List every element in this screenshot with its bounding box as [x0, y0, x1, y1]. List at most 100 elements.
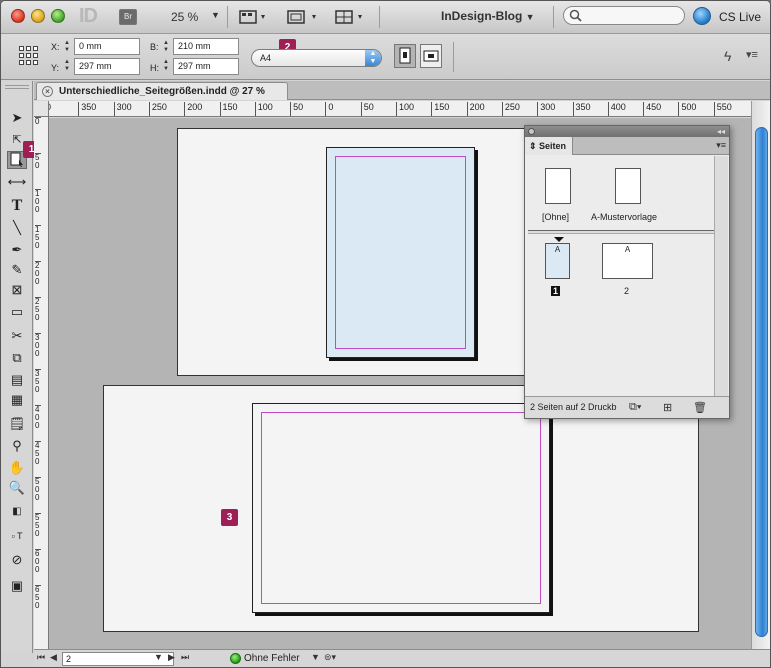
- collapse-icon[interactable]: ◂◂: [717, 126, 725, 137]
- help-search-field[interactable]: [563, 6, 685, 25]
- preflight-dropdown-icon[interactable]: ▼: [311, 652, 320, 662]
- ruler-tick-label: 450: [643, 102, 661, 116]
- master-a-label: A-Mustervorlage: [591, 212, 658, 222]
- formatting-affects-icon[interactable]: ▫ T: [7, 527, 27, 545]
- ruler-origin[interactable]: [34, 101, 49, 117]
- free-transform-tool-icon[interactable]: ⧉: [7, 349, 27, 367]
- next-page-icon[interactable]: ▶: [168, 652, 175, 663]
- type-tool-icon[interactable]: T: [7, 197, 27, 215]
- panel-menu-icon[interactable]: ▾≡: [716, 140, 726, 151]
- fill-stroke-icon[interactable]: ◧: [7, 503, 27, 521]
- selection-tool-icon[interactable]: ➤: [7, 109, 27, 127]
- trash-icon[interactable]: 🗑: [693, 401, 707, 414]
- ruler-tick-label: 400: [607, 102, 626, 116]
- status-bar: ⏮ ◀ 2 ▼ ▶ ⏭ Ohne Fehler ▼ ⊜▾: [34, 649, 770, 667]
- panel-titlebar[interactable]: ◂◂: [525, 126, 729, 137]
- ruler-tick-label: 0: [325, 102, 333, 116]
- portrait-orientation-button[interactable]: [394, 44, 416, 68]
- page-size-dropdown[interactable]: A4 ▲ ▼: [251, 49, 382, 67]
- document-title: Unterschiedliche_Seitegrößen.indd @ 27 %: [59, 86, 265, 97]
- page-1[interactable]: [326, 147, 475, 358]
- view-options-button[interactable]: [239, 9, 269, 25]
- ruler-tick-label: 250: [35, 297, 41, 322]
- ruler-tick-label: 100: [396, 102, 414, 116]
- document-tab[interactable]: × Unterschiedliche_Seitegrößen.indd @ 27…: [36, 82, 288, 100]
- page-1-thumbnail[interactable]: A: [545, 243, 570, 279]
- pencil-tool-icon[interactable]: ✎: [7, 261, 27, 279]
- page-2[interactable]: [252, 403, 550, 613]
- vertical-scrollbar[interactable]: [751, 101, 770, 649]
- pen-tool-icon[interactable]: ✒: [7, 241, 27, 259]
- rectangle-tool-icon[interactable]: ▭: [7, 303, 27, 321]
- width-stepper[interactable]: ▲ ▼: [163, 40, 171, 54]
- close-icon[interactable]: [528, 128, 535, 135]
- line-tool-icon[interactable]: ╲: [7, 219, 27, 237]
- ruler-tick-label: 350: [78, 102, 96, 116]
- x-label: X:: [51, 42, 60, 52]
- arrange-documents-icon: [335, 10, 362, 24]
- control-panel: X: ▲ ▼ 0 mm Y: ▲ ▼ 297 mm B: ▲ ▼ 210 mm H: …: [1, 34, 770, 80]
- ruler-tick-label: 300: [537, 102, 555, 116]
- screen-mode-button[interactable]: [286, 9, 320, 25]
- ruler-tick-label: 50: [290, 102, 303, 116]
- page-dropdown-icon[interactable]: ▼: [154, 652, 163, 662]
- zoom-level-dropdown[interactable]: 25 %: [171, 10, 198, 24]
- bridge-button[interactable]: Br: [119, 9, 137, 25]
- landscape-orientation-button[interactable]: [420, 44, 442, 68]
- close-window-button[interactable]: [11, 9, 25, 23]
- y-position-field[interactable]: 297 mm: [74, 58, 140, 75]
- master-none-thumbnail[interactable]: [545, 168, 571, 204]
- toolbar-separator: [227, 6, 228, 28]
- rectangle-frame-tool-icon[interactable]: ⊠: [7, 281, 27, 299]
- x-stepper[interactable]: ▲ ▼: [64, 40, 72, 54]
- horizontal-ruler[interactable]: 0350300250200150100500501001502002503003…: [49, 101, 755, 117]
- minimize-window-button[interactable]: [31, 9, 45, 23]
- ruler-tick-label: 300: [113, 102, 132, 116]
- first-page-icon[interactable]: ⏮: [37, 652, 45, 663]
- height-label: H:: [150, 63, 159, 73]
- cs-live-icon[interactable]: [693, 7, 711, 25]
- close-icon[interactable]: ×: [42, 86, 53, 97]
- scrollbar-thumb[interactable]: [755, 127, 768, 637]
- page-2-thumbnail[interactable]: A: [602, 243, 653, 279]
- ruler-tick-label: 350: [35, 369, 41, 394]
- panel-menu-icon[interactable]: ▾≡: [746, 48, 758, 61]
- workspace-switcher[interactable]: InDesign-Blog ▼: [441, 9, 535, 23]
- preflight-menu-icon[interactable]: ⊜▾: [324, 652, 336, 663]
- gradient-feather-tool-icon[interactable]: ▦: [7, 391, 27, 409]
- gradient-swatch-tool-icon[interactable]: ▤: [7, 371, 27, 389]
- apply-none-icon[interactable]: ⊘: [7, 551, 27, 569]
- edit-page-size-icon[interactable]: ⧉▾: [629, 401, 641, 414]
- master-a-thumbnail[interactable]: [615, 168, 641, 204]
- previous-page-icon[interactable]: ◀: [50, 652, 57, 663]
- hand-tool-icon[interactable]: ✋: [7, 459, 27, 477]
- panel-divider[interactable]: [528, 230, 726, 234]
- panel-scrollbar[interactable]: [714, 156, 728, 396]
- x-position-field[interactable]: 0 mm: [74, 38, 140, 55]
- gap-tool-icon[interactable]: ⟷: [7, 173, 27, 191]
- y-label: Y:: [51, 63, 60, 73]
- eyedropper-tool-icon[interactable]: ⚲: [7, 437, 27, 455]
- zoom-window-button[interactable]: [51, 9, 65, 23]
- panel-grip[interactable]: [5, 85, 29, 89]
- zoom-tool-icon[interactable]: 🔍: [7, 479, 27, 497]
- height-stepper[interactable]: ▲ ▼: [163, 59, 171, 73]
- cs-live-label[interactable]: CS Live: [719, 10, 761, 24]
- tools-panel: ➤ ⇱ 1 ⟷ T ╲ ✒ ✎ ⊠ ▭ ✂ ⧉ ▤ ▦ 🗒 ⚲ ✋ 🔍 ◧ ▫ …: [1, 81, 40, 653]
- height-field[interactable]: 297 mm: [173, 58, 239, 75]
- reference-point-icon[interactable]: [19, 46, 39, 66]
- quick-apply-icon[interactable]: ϟ: [724, 48, 731, 64]
- vertical-ruler[interactable]: 0 50 100 150 200 250 300 350 400 450 500 550 600 650: [34, 117, 49, 649]
- new-page-icon[interactable]: ⊞: [663, 401, 672, 414]
- note-tool-icon[interactable]: 🗒: [7, 415, 27, 433]
- preflight-status-icon: [230, 653, 241, 664]
- last-page-icon[interactable]: ⏭: [181, 652, 189, 663]
- scissors-tool-icon[interactable]: ✂: [7, 327, 27, 345]
- margin-guides: [335, 156, 466, 349]
- y-stepper[interactable]: ▲ ▼: [64, 59, 72, 73]
- width-field[interactable]: 210 mm: [173, 38, 239, 55]
- preflight-status-text[interactable]: Ohne Fehler: [244, 653, 300, 664]
- tab-pages[interactable]: ⇕ Seiten: [525, 137, 573, 155]
- arrange-documents-button[interactable]: [334, 9, 368, 25]
- screen-mode-tool-icon[interactable]: ▣: [7, 577, 27, 595]
